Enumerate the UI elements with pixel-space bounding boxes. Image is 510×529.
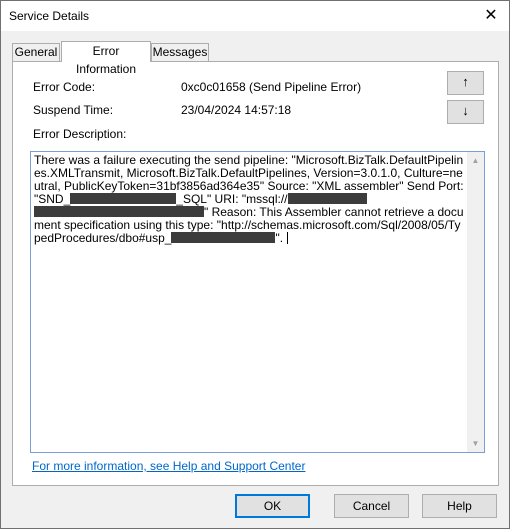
arrow-down-icon: ↓ [462, 103, 469, 118]
scroll-down-arrow-icon[interactable]: ▼ [467, 435, 484, 452]
redaction-block [171, 232, 248, 243]
redaction-block [287, 193, 367, 204]
help-support-link[interactable]: For more information, see Help and Suppo… [32, 459, 305, 473]
ok-button[interactable]: OK [235, 494, 310, 518]
suspend-time-value: 23/04/2024 14:57:18 [181, 103, 292, 117]
suspend-time-label: Suspend Time: [33, 103, 114, 117]
error-description-text: There was a failure executing the send p… [34, 154, 466, 245]
redaction-block [34, 206, 204, 217]
error-description-textbox[interactable]: There was a failure executing the send p… [30, 151, 485, 453]
title-bar: Service Details ✕ [1, 1, 509, 31]
service-details-dialog: Service Details ✕ General Error Informat… [0, 0, 510, 529]
error-code-value: 0xc0c01658 (Send Pipeline Error) [181, 80, 362, 94]
help-button[interactable]: Help [422, 494, 497, 518]
error-description-label: Error Description: [33, 127, 127, 141]
tab-error-information[interactable]: Error Information [61, 41, 151, 76]
cancel-button[interactable]: Cancel [334, 494, 409, 518]
window-title: Service Details [9, 9, 90, 23]
description-part-4: ". [275, 231, 284, 245]
tab-general[interactable]: General [12, 43, 60, 61]
close-icon[interactable]: ✕ [479, 5, 503, 27]
redaction-block [247, 232, 276, 243]
error-information-panel: Error Code: 0xc0c01658 (Send Pipeline Er… [12, 61, 499, 486]
text-caret [287, 232, 289, 244]
scroll-up-arrow-icon[interactable]: ▲ [467, 152, 484, 169]
description-part-2: _SQL" URI: "mssql:// [176, 192, 288, 206]
next-down-button[interactable]: ↓ [447, 100, 484, 124]
vertical-scrollbar[interactable]: ▲ ▼ [467, 152, 484, 452]
error-code-label: Error Code: [33, 80, 96, 94]
tab-messages[interactable]: Messages [151, 43, 209, 61]
arrow-up-icon: ↑ [462, 74, 469, 89]
redaction-block [70, 193, 177, 204]
previous-up-button[interactable]: ↑ [447, 71, 484, 95]
